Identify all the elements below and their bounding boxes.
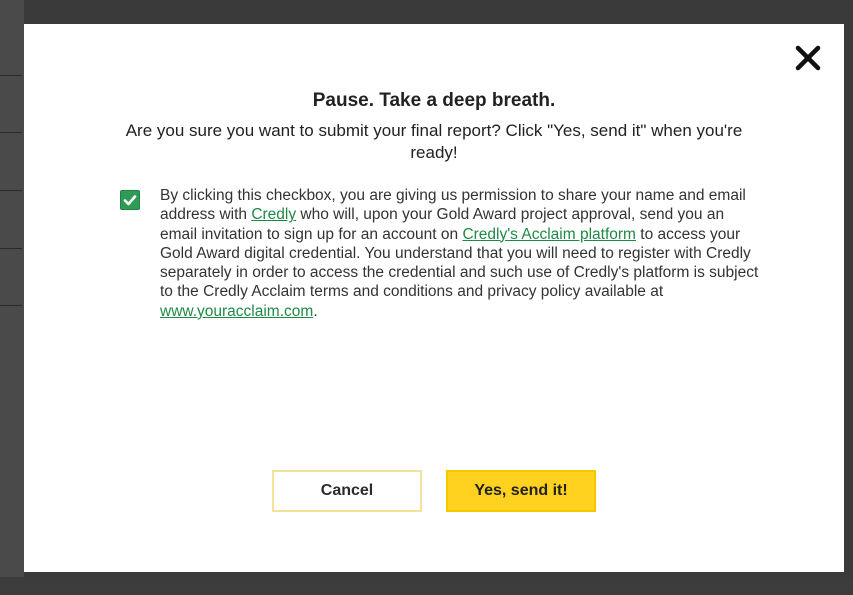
close-button[interactable] <box>788 38 828 78</box>
dialog-title: Pause. Take a deep breath. <box>312 90 556 111</box>
background-divider <box>0 190 22 191</box>
submit-report-dialog: Pause. Take a deep breath. Are you sure … <box>24 24 844 572</box>
background-page-edge <box>0 0 24 595</box>
checkmark-icon <box>123 195 137 206</box>
consent-checkbox[interactable] <box>120 190 140 210</box>
background-divider <box>0 75 22 76</box>
confirmation-question: Are you sure you want to submit your fin… <box>125 121 743 162</box>
credly-link[interactable]: Credly <box>251 206 296 223</box>
background-divider <box>0 305 22 306</box>
background-page-bottom <box>0 577 853 595</box>
close-icon <box>795 45 821 71</box>
background-divider <box>0 248 22 249</box>
youracclaim-link[interactable]: www.youracclaim.com <box>160 303 313 320</box>
confirm-submit-button[interactable]: Yes, send it! <box>446 470 596 512</box>
background-divider <box>0 132 22 133</box>
cancel-button[interactable]: Cancel <box>272 470 422 512</box>
consent-text: By clicking this checkbox, you are givin… <box>160 186 760 321</box>
consent-text-part: . <box>313 302 318 320</box>
acclaim-platform-link[interactable]: Credly's Acclaim platform <box>462 226 636 243</box>
